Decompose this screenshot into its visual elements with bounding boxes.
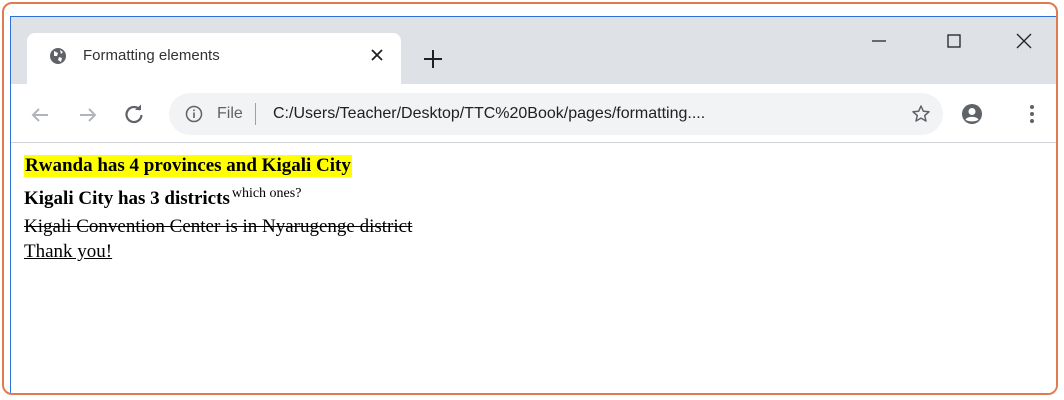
strikethrough-text: Kigali Convention Center is in Nyarugeng… (24, 216, 413, 237)
back-arrow-icon[interactable] (29, 104, 51, 126)
new-tab-button[interactable] (421, 47, 445, 71)
forward-arrow-icon[interactable] (77, 104, 99, 126)
bookmark-star-icon[interactable] (911, 104, 931, 124)
address-divider (255, 103, 256, 125)
outer-frame: Formatting elements File C:/Users/Teache… (2, 2, 1058, 395)
profile-icon[interactable] (961, 103, 983, 125)
page-content: Rwanda has 4 provinces and Kigali City K… (11, 143, 1056, 393)
bold-text-line: Kigali City has 3 districts which ones? (24, 186, 301, 210)
toolbar: File C:/Users/Teacher/Desktop/TTC%20Book… (11, 84, 1056, 143)
minimize-icon[interactable] (869, 31, 889, 51)
scheme-label: File (217, 105, 243, 122)
info-icon[interactable] (185, 105, 203, 123)
globe-icon (49, 47, 67, 65)
address-bar[interactable]: File C:/Users/Teacher/Desktop/TTC%20Book… (169, 93, 943, 135)
browser-tab[interactable]: Formatting elements (27, 33, 401, 84)
bold-text: Kigali City has 3 districts (24, 188, 230, 209)
title-bar: Formatting elements (11, 17, 1056, 84)
tab-title: Formatting elements (83, 47, 220, 64)
reload-icon[interactable] (123, 104, 145, 126)
highlighted-bold-text: Rwanda has 4 provinces and Kigali City (24, 155, 352, 177)
menu-icon[interactable] (1021, 103, 1043, 125)
url-text[interactable]: C:/Users/Teacher/Desktop/TTC%20Book/page… (273, 105, 705, 123)
superscript-text: which ones? (231, 186, 302, 201)
maximize-icon[interactable] (944, 31, 964, 51)
tab-close-icon[interactable] (367, 45, 387, 65)
underlined-text: Thank you! (24, 241, 113, 262)
browser-window: Formatting elements File C:/Users/Teache… (10, 16, 1056, 393)
close-icon[interactable] (1014, 31, 1034, 51)
